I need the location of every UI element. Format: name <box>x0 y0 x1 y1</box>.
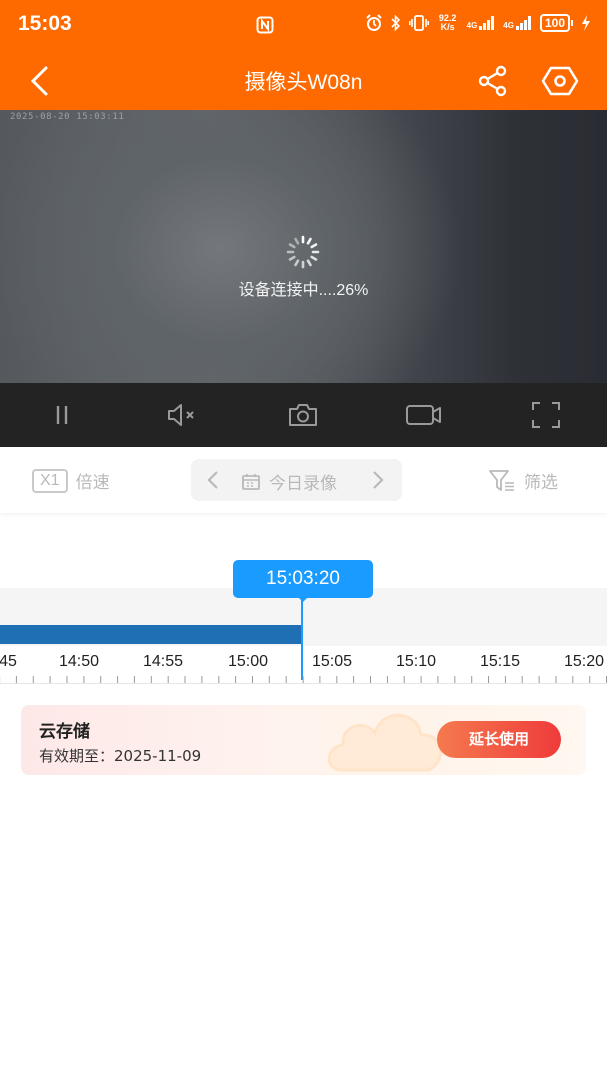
extend-subscription-button[interactable]: 延长使用 <box>437 721 561 758</box>
chevron-left-icon <box>30 66 48 96</box>
filter-button[interactable]: 筛选 <box>488 468 558 493</box>
share-icon <box>478 65 507 97</box>
timeline-tick-label: 15:20 <box>563 653 605 670</box>
title-bar: 摄像头W08n <box>0 52 607 110</box>
bluetooth-icon <box>391 15 400 31</box>
recorded-segment[interactable] <box>0 625 302 644</box>
filter-label: 筛选 <box>524 473 558 493</box>
chevron-right-icon <box>373 471 384 489</box>
mute-button[interactable] <box>162 399 202 431</box>
network-type-2: 4G <box>503 21 514 30</box>
osd-timestamp: 2025-08-20 15:03:11 <box>10 112 125 122</box>
signal-2: 4G <box>503 16 532 30</box>
signal-icon <box>515 16 531 30</box>
network-type-1: 4G <box>466 21 478 30</box>
share-button[interactable] <box>476 64 510 98</box>
nfc-icon <box>256 16 274 34</box>
timeline-tick-label: 15:15 <box>479 653 521 670</box>
cloud-storage-card[interactable]: 云存储 有效期至：2025-11-09 延长使用 <box>21 705 586 775</box>
loading-status: 设备连接中....26% <box>238 282 369 299</box>
timeline-tick-label: 14:50 <box>58 653 100 670</box>
date-label[interactable]: 今日录像 <box>241 469 337 494</box>
pause-button[interactable] <box>42 399 82 431</box>
page-title: 摄像头W08n <box>244 71 363 94</box>
filter-icon <box>489 469 514 491</box>
speed-label: 倍速 <box>75 473 110 493</box>
next-day-button[interactable] <box>368 468 388 492</box>
timeline-tick-label: 15:05 <box>311 653 353 670</box>
back-button[interactable] <box>26 64 56 98</box>
settings-button[interactable] <box>540 64 580 98</box>
cloud-storage-title: 云存储 <box>39 722 90 742</box>
camera-icon <box>289 404 317 426</box>
alarm-icon <box>365 14 382 31</box>
video-player[interactable]: 2025-08-20 15:03:11 设备连接中....26% <box>0 110 607 383</box>
timeline-tick-label: 14:55 <box>142 653 184 670</box>
charging-icon <box>582 15 590 31</box>
timeline-tick-label: 15:00 <box>227 653 269 670</box>
snapshot-button[interactable] <box>283 399 323 431</box>
status-icons: 92.2 K/s 4G 4G 100 <box>365 14 591 32</box>
video-record-icon <box>406 405 441 425</box>
status-bar: 15:03 92.2 K/s 4G 4G 100 <box>0 0 607 52</box>
timeline-cursor[interactable] <box>301 598 303 680</box>
vibrate-icon <box>408 15 429 31</box>
record-button[interactable] <box>404 399 444 431</box>
fullscreen-icon <box>532 402 560 428</box>
speed-badge: X1 <box>32 468 68 493</box>
status-time: 15:03 <box>18 12 72 35</box>
player-controls <box>0 383 607 447</box>
calendar-icon <box>242 473 260 490</box>
cloud-decoration-icon <box>327 713 442 772</box>
timeline-baseline <box>0 683 607 684</box>
signal-1: 4G <box>467 16 496 30</box>
chevron-left-icon <box>207 471 218 489</box>
signal-icon <box>479 16 495 30</box>
pause-icon <box>56 406 68 424</box>
playback-toolbar: X1 倍速 今日录像 筛选 <box>0 447 607 513</box>
speed-selector[interactable]: X1 倍速 <box>32 468 110 493</box>
net-speed: 92.2 K/s <box>438 13 457 32</box>
hexagon-settings-icon <box>541 66 579 96</box>
timeline-tick-label: 45 <box>0 653 17 670</box>
previous-day-button[interactable] <box>203 468 223 492</box>
battery-icon: 100 <box>539 14 573 32</box>
cloud-storage-expiry: 有效期至：2025-11-09 <box>39 747 202 765</box>
loading-spinner-icon <box>286 235 320 269</box>
date-text: 今日录像 <box>269 474 337 494</box>
battery-level: 100 <box>539 14 570 32</box>
fullscreen-button[interactable] <box>526 399 566 431</box>
current-time-indicator: 15:03:20 <box>233 560 373 602</box>
date-selector: 今日录像 <box>191 459 402 501</box>
timeline-tick-label: 15:10 <box>395 653 437 670</box>
mute-icon <box>168 404 194 426</box>
